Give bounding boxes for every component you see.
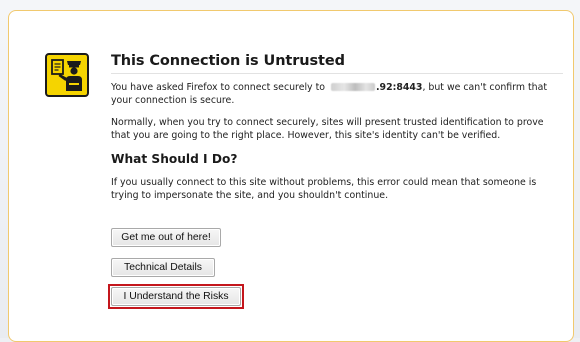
explanation-paragraph: Normally, when you try to connect secure… — [111, 117, 544, 141]
redacted-host — [330, 83, 375, 91]
error-content: This Connection is Untrusted You have as… — [108, 53, 563, 333]
page-title: This Connection is Untrusted — [111, 53, 563, 74]
intro-text-before-host: You have asked Firefox to connect secure… — [111, 82, 325, 93]
intro-paragraph: You have asked Firefox to connect secure… — [111, 81, 563, 107]
error-page-background: This Connection is Untrusted You have as… — [0, 0, 580, 342]
advice-paragraph: If you usually connect to this site with… — [111, 177, 537, 201]
understand-risks-button[interactable]: I Understand the Risks — [111, 287, 241, 306]
host-port: .92:8443 — [375, 82, 423, 93]
security-officer-warning-icon — [45, 53, 89, 97]
get-me-out-button[interactable]: Get me out of here! — [111, 228, 221, 247]
section-heading: What Should I Do? — [111, 152, 238, 166]
technical-details-button[interactable]: Technical Details — [111, 258, 215, 277]
error-panel: This Connection is Untrusted You have as… — [8, 10, 574, 342]
